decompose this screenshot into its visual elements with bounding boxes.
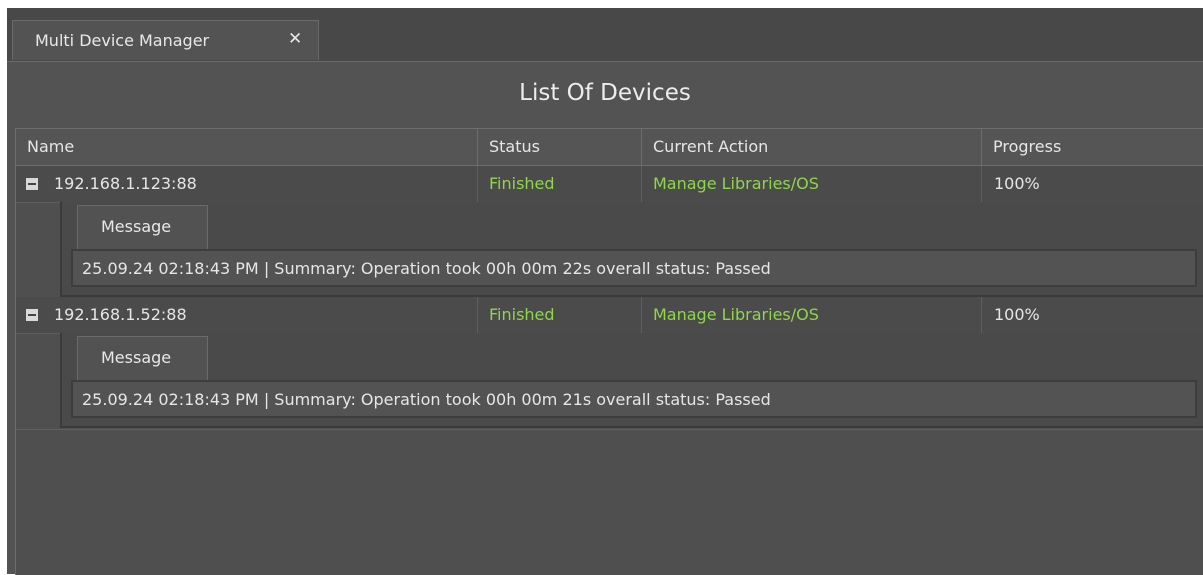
- device-name: 192.168.1.123:88: [16, 166, 478, 202]
- tab-multi-device-manager[interactable]: Multi Device Manager ✕: [12, 20, 319, 60]
- content-panel: List Of Devices Name Status Current Acti…: [7, 61, 1203, 575]
- close-icon[interactable]: ✕: [288, 29, 302, 49]
- tab-message-label: Message: [101, 217, 172, 236]
- row-detail-panel: Message 25.09.24 02:18:43 PM | Summary: …: [60, 202, 1203, 297]
- column-header-name[interactable]: Name: [16, 129, 478, 165]
- column-header-current-action[interactable]: Current Action: [642, 129, 982, 165]
- device-current-action: Manage Libraries/OS: [642, 166, 982, 202]
- column-header-progress[interactable]: Progress: [982, 129, 1203, 165]
- multi-device-manager-window: Multi Device Manager ✕ List Of Devices N…: [7, 8, 1203, 575]
- tab-message[interactable]: Message: [77, 205, 208, 249]
- document-tabstrip: Multi Device Manager ✕: [7, 8, 1203, 62]
- message-box: 25.09.24 02:18:43 PM | Summary: Operatio…: [71, 380, 1197, 418]
- message-box: 25.09.24 02:18:43 PM | Summary: Operatio…: [71, 249, 1197, 287]
- page-title: List Of Devices: [519, 80, 691, 106]
- device-progress: 100%: [994, 305, 1040, 324]
- device-current-action: Manage Libraries/OS: [642, 297, 982, 333]
- tab-title: Multi Device Manager: [35, 31, 210, 50]
- table-row[interactable]: 192.168.1.52:88 Finished Manage Librarie…: [16, 297, 1203, 334]
- tab-message[interactable]: Message: [77, 336, 208, 380]
- column-header-status[interactable]: Status: [478, 129, 642, 165]
- message-text: 25.09.24 02:18:43 PM | Summary: Operatio…: [82, 390, 771, 409]
- device-status: Finished: [478, 297, 642, 333]
- device-progress: 100%: [994, 174, 1040, 193]
- tab-message-label: Message: [101, 348, 172, 367]
- message-text: 25.09.24 02:18:43 PM | Summary: Operatio…: [82, 259, 771, 278]
- device-name: 192.168.1.52:88: [16, 297, 478, 333]
- grid-divider: [16, 429, 1203, 430]
- devices-grid: Name Status Current Action Progress 192.…: [15, 128, 1203, 575]
- table-row[interactable]: 192.168.1.123:88 Finished Manage Librari…: [16, 166, 1203, 203]
- row-detail-panel: Message 25.09.24 02:18:43 PM | Summary: …: [60, 333, 1203, 428]
- device-status: Finished: [478, 166, 642, 202]
- grid-header: Name Status Current Action Progress: [16, 129, 1203, 166]
